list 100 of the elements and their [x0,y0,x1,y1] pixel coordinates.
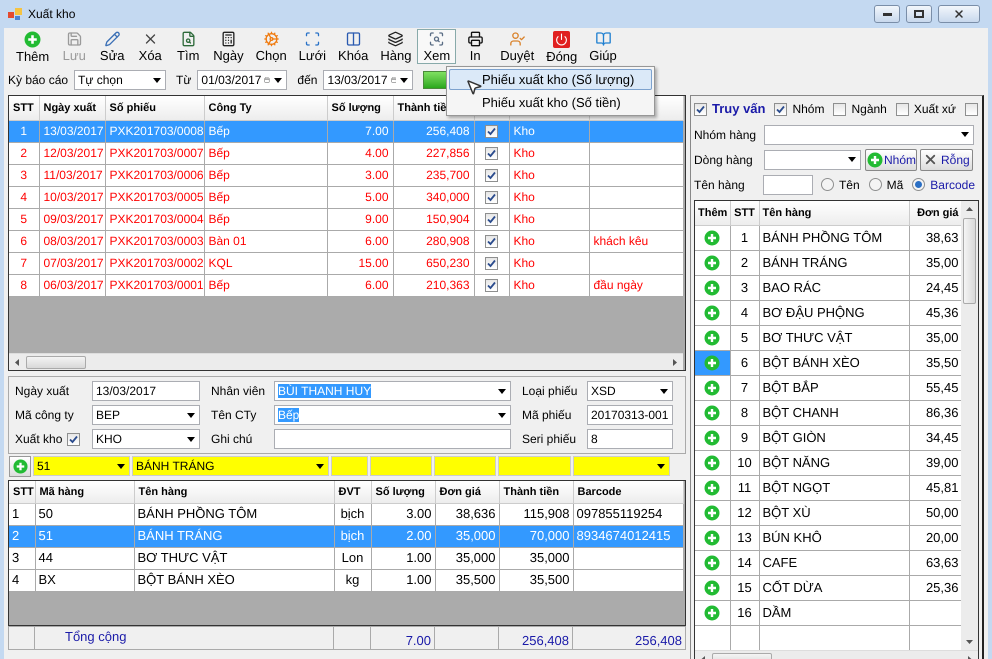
table-cell[interactable] [695,600,730,625]
table-cell[interactable] [695,400,730,425]
table-cell[interactable] [695,550,730,575]
dropdown[interactable]: KHO [92,429,200,449]
table-cell[interactable] [695,500,730,525]
table-row[interactable]: 4 BX BỘT BÁNH XÈO kg 1.00 35,500 35,500 [9,569,683,591]
toolbar-button[interactable]: Thêm [10,29,56,64]
toolbar-button[interactable]: Chọn [250,29,293,64]
table-cell: 1 [740,230,748,245]
table-cell[interactable] [695,450,730,475]
input-field[interactable] [498,456,571,476]
table-cell: 39,00 [926,454,958,470]
scrollbar-thumb[interactable] [26,356,86,368]
checkbox[interactable] [774,102,788,116]
checkbox[interactable] [485,190,498,204]
dropdown[interactable] [573,456,670,476]
input-field[interactable] [370,456,432,476]
checkbox[interactable] [485,168,498,182]
table-cell[interactable] [695,375,730,400]
toolbar-button[interactable]: Tìm [169,29,208,64]
add-button[interactable] [9,456,31,476]
dropdown[interactable]: Tự chọn [74,70,166,90]
table-row[interactable]: 3 11/03/2017 PXK201703/0006 Bếp 3.00 235,700 Kho [9,164,683,186]
table-cell[interactable] [695,225,730,250]
date-picker[interactable]: 13/03/2017 [323,70,414,90]
toolbar-button[interactable]: Giúp [583,29,623,64]
dropdown[interactable]: XSD [587,381,673,401]
checkbox[interactable] [485,212,498,226]
input-field[interactable] [274,429,511,449]
minimize-button[interactable] [874,5,900,23]
radio-button[interactable] [820,178,834,191]
checkbox[interactable] [694,102,707,116]
table-cell: Kho [514,124,535,138]
checkbox[interactable] [896,102,909,116]
table-cell[interactable] [695,575,730,600]
clear-button[interactable]: Rỗng [920,148,973,170]
checkbox[interactable] [485,278,498,292]
checkbox[interactable] [485,256,498,270]
checkbox[interactable] [485,124,498,138]
table-cell[interactable] [695,275,730,300]
dropdown[interactable]: BÁNH TRÁNG [132,456,329,476]
group-button[interactable]: Nhóm [865,148,917,170]
column-header: Mã hàng [40,486,84,498]
menu-item[interactable]: Phiếu xuất kho (Số lượng) [449,69,652,90]
table-cell[interactable] [695,325,730,350]
table-row[interactable]: 4 10/03/2017 PXK201703/0005 Bếp 5.00 340,000 Kho [9,186,683,208]
close-button[interactable] [938,5,980,23]
checkbox[interactable] [485,146,498,160]
input-field[interactable] [434,456,496,476]
toolbar-button[interactable]: Đóng [540,29,584,64]
toolbar-button[interactable]: Ngày [207,29,250,64]
table-cell[interactable] [695,475,730,500]
toolbar-button[interactable]: Xem [417,29,456,64]
checkbox[interactable] [964,102,978,116]
table-cell: 12/03/2017 [44,146,104,160]
input-field[interactable] [762,174,813,194]
menu-item[interactable]: Phiếu xuất kho (Số tiền) [449,92,652,113]
table-cell[interactable] [695,350,730,375]
column-header: Đơn giá [440,486,481,498]
table-row[interactable]: 7 07/03/2017 PXK201703/0002 KQL 15.00 650,230 Kho [9,252,683,274]
toolbar-button[interactable]: Khóa [332,29,374,64]
table-cell: 210,363 [426,278,470,292]
toolbar-button[interactable]: Duyệt [494,29,540,64]
table-row[interactable]: 1 50 BÁNH PHỒNG TÔM bịch 3.00 38,636 115,908 097855119254 [9,503,683,525]
table-cell[interactable] [695,250,730,275]
caret-icon [153,78,162,82]
table-row[interactable]: 5 09/03/2017 PXK201703/0004 Bếp 9.00 150,904 Kho [9,208,683,230]
plus-circle-icon [704,604,720,620]
dropdown[interactable]: 51 [33,456,130,476]
toolbar-button[interactable]: Lưới [292,29,332,64]
maximize-button[interactable] [906,5,932,23]
table-cell[interactable] [695,425,730,450]
column-header: Số lượng [376,486,425,498]
toolbar-button[interactable]: Hàng [374,29,418,64]
input-field[interactable] [331,456,368,476]
radio-button[interactable] [912,178,926,191]
table-row[interactable]: 6 08/03/2017 PXK201703/0003 Bàn 01 6.00 280,908 Kho khách kêu [9,230,683,252]
toolbar-button[interactable]: In [456,29,494,64]
table-cell[interactable] [695,300,730,325]
scrollbar-thumb[interactable] [963,218,976,304]
table-cell[interactable] [695,525,730,550]
toolbar-button[interactable]: Xóa [131,29,170,64]
table-cell: 4 [740,304,748,320]
table-row[interactable]: 2 12/03/2017 PXK201703/0007 Bếp 4.00 227,856 Kho [9,142,683,164]
input-field[interactable]: 20170313-001 [587,405,673,425]
checkbox[interactable] [833,102,846,116]
dropdown[interactable] [764,124,974,144]
book-icon [594,31,612,47]
input-field[interactable]: 8 [587,429,673,449]
table-row[interactable]: 8 06/03/2017 PXK201703/0001 Bếp 6.00 210,363 Kho đầu ngày [9,274,683,296]
toolbar-button[interactable]: Sửa [93,29,132,64]
checkbox[interactable] [67,432,80,446]
table-cell: 45,36 [926,304,958,320]
input-field[interactable]: 13/03/2017 [92,381,200,401]
checkbox[interactable] [485,234,498,248]
date-picker[interactable]: 01/03/2017 [197,70,288,90]
table-row[interactable]: 3 44 BƠ THƯC VẬT Lon 1.00 35,000 35,000 [9,547,683,569]
dropdown[interactable]: BEP [92,405,200,425]
radio-button[interactable] [868,178,882,191]
dropdown[interactable] [764,150,861,170]
